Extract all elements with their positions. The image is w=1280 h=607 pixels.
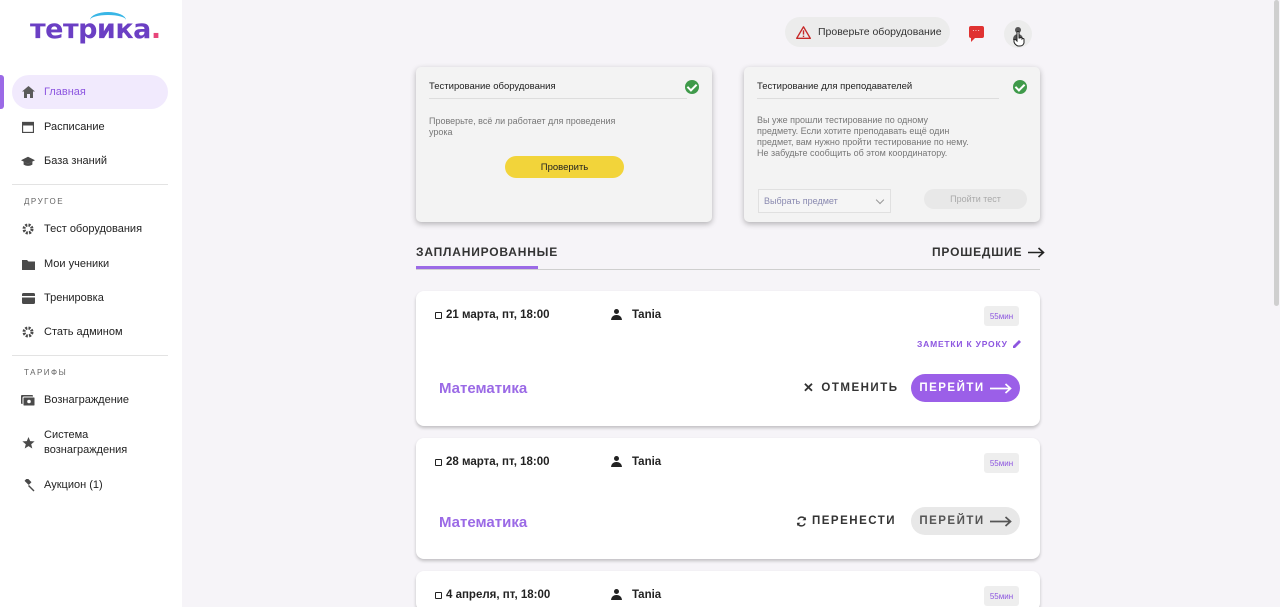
lesson-card: 28 марта, пт, 18:00 Tania 55мин Математи… <box>416 438 1040 559</box>
lesson-student: Tania <box>611 309 661 321</box>
lesson-card: 21 марта, пт, 18:00 Tania 55мин ЗАМЕТКИ … <box>416 291 1040 426</box>
user-icon <box>611 309 622 321</box>
sidebar-item-equipment-test[interactable]: Тест оборудования <box>0 212 182 246</box>
sidebar-item-schedule[interactable]: Расписание <box>0 110 182 144</box>
subject-select[interactable]: Выбрать предмет <box>758 189 891 213</box>
reschedule-button[interactable]: ПЕРЕНЕСТИ <box>796 515 896 527</box>
duration-badge: 55мин <box>984 453 1019 473</box>
card-divider <box>757 98 999 99</box>
tab-past-label: ПРОШЕДШИЕ <box>932 245 1023 259</box>
duration-badge: 55мин <box>984 306 1019 326</box>
star-icon <box>21 436 35 450</box>
tetrika-logo[interactable]: тетрика. <box>30 12 161 45</box>
close-icon: ✕ <box>803 380 816 395</box>
folder-icon <box>21 257 35 271</box>
sidebar-item-label: Мои ученики <box>44 257 110 270</box>
sidebar-divider <box>12 184 168 185</box>
lesson-notes-link[interactable]: ЗАМЕТКИ К УРОКУ <box>917 339 1022 349</box>
sidebar-item-label: Главная <box>44 85 86 98</box>
refresh-icon <box>796 515 807 527</box>
arrow-right-icon <box>989 515 1012 527</box>
lesson-card: 4 апреля, пт, 18:00 Tania 55мин <box>416 571 1040 607</box>
take-test-button[interactable]: Пройти тест <box>924 189 1027 209</box>
home-icon <box>21 85 35 99</box>
go-to-lesson-button[interactable]: ПЕРЕЙТИ <box>911 507 1020 535</box>
lesson-subject: Математика <box>439 514 528 531</box>
calendar-icon <box>435 591 442 599</box>
pencil-icon <box>1012 340 1021 348</box>
page-scrollbar[interactable] <box>1274 0 1279 306</box>
arrow-right-icon <box>1028 246 1046 258</box>
sidebar-divider <box>12 355 168 356</box>
check-circle-icon <box>1013 80 1027 94</box>
teacher-test-title: Тестирование для преподавателей <box>757 81 913 92</box>
sidebar-item-knowledge[interactable]: База знаний <box>0 144 182 178</box>
graduation-cap-icon <box>21 154 35 168</box>
money-icon <box>21 393 35 407</box>
sidebar-item-students[interactable]: Мои ученики <box>0 247 182 281</box>
chat-icon[interactable]: ··· <box>969 26 984 42</box>
sidebar-item-label: Вознаграждение <box>44 393 130 406</box>
lesson-subject: Математика <box>439 380 528 397</box>
sidebar-item-training[interactable]: Тренировка <box>0 281 182 315</box>
check-equipment-button[interactable]: Проверьте оборудование <box>785 17 950 47</box>
sidebar-item-become-admin[interactable]: Стать админом <box>0 315 182 349</box>
sidebar-item-label: Система вознаграждения <box>44 429 128 456</box>
lesson-date: 21 марта, пт, 18:00 <box>435 309 550 321</box>
lesson-student: Tania <box>611 589 661 601</box>
sidebar-item-reward-system[interactable]: Система вознаграждения <box>0 426 182 460</box>
teacher-test-description: Вы уже прошли тестирование по одному пре… <box>757 115 969 158</box>
calendar-icon <box>435 458 442 466</box>
tab-planned[interactable]: ЗАПЛАНИРОВАННЫЕ <box>416 245 558 259</box>
sidebar-item-label: Расписание <box>44 120 105 133</box>
hand-cursor-icon <box>1013 31 1025 47</box>
user-icon <box>611 456 622 468</box>
check-equipment-label: Проверьте оборудование <box>818 26 942 38</box>
sidebar-item-label: Стать админом <box>44 325 123 338</box>
warning-icon <box>796 25 811 39</box>
sidebar-item-label: Аукцион (1) <box>44 478 103 491</box>
card-icon <box>21 291 35 305</box>
gear-icon <box>21 325 35 339</box>
check-button[interactable]: Проверить <box>505 156 624 178</box>
teacher-test-card: Тестирование для преподавателей Вы уже п… <box>744 67 1040 222</box>
lesson-date: 28 марта, пт, 18:00 <box>435 456 550 468</box>
calendar-icon <box>435 311 442 319</box>
lesson-student: Tania <box>611 456 661 468</box>
arrow-right-icon <box>989 382 1012 394</box>
equipment-test-card: Тестирование оборудования Проверьте, всё… <box>416 67 712 222</box>
lesson-date: 4 апреля, пт, 18:00 <box>435 589 550 601</box>
sidebar: тетрика. Главная Расписание База знаний … <box>0 0 182 607</box>
duration-badge: 55мин <box>984 586 1019 606</box>
cancel-button[interactable]: ✕ ОТМЕНИТЬ <box>803 380 899 396</box>
gear-icon <box>21 222 35 236</box>
go-to-lesson-button[interactable]: ПЕРЕЙТИ <box>911 374 1020 402</box>
equipment-test-title: Тестирование оборудования <box>429 81 556 92</box>
calendar-icon <box>21 120 35 134</box>
sidebar-item-label: Тест оборудования <box>44 222 143 235</box>
tab-divider <box>416 269 1040 270</box>
sidebar-item-label: База знаний <box>44 154 108 167</box>
sidebar-item-label: Тренировка <box>44 291 104 304</box>
equipment-test-description: Проверьте, всё ли работает для проведени… <box>429 116 616 137</box>
tab-past[interactable]: ПРОШЕДШИЕ <box>932 245 1046 259</box>
subject-select-placeholder: Выбрать предмет <box>764 196 838 206</box>
user-icon <box>611 589 622 601</box>
sidebar-item-home[interactable]: Главная <box>0 75 182 109</box>
chevron-down-icon <box>875 195 885 205</box>
sidebar-item-reward[interactable]: Вознаграждение <box>0 383 182 417</box>
check-circle-icon <box>685 80 699 94</box>
gavel-icon <box>21 478 35 492</box>
section-tariffs: ТАРИФЫ <box>24 368 68 377</box>
sidebar-item-auction[interactable]: Аукцион (1) <box>0 468 182 502</box>
section-other: ДРУГОЕ <box>24 197 65 206</box>
card-divider <box>429 98 687 99</box>
